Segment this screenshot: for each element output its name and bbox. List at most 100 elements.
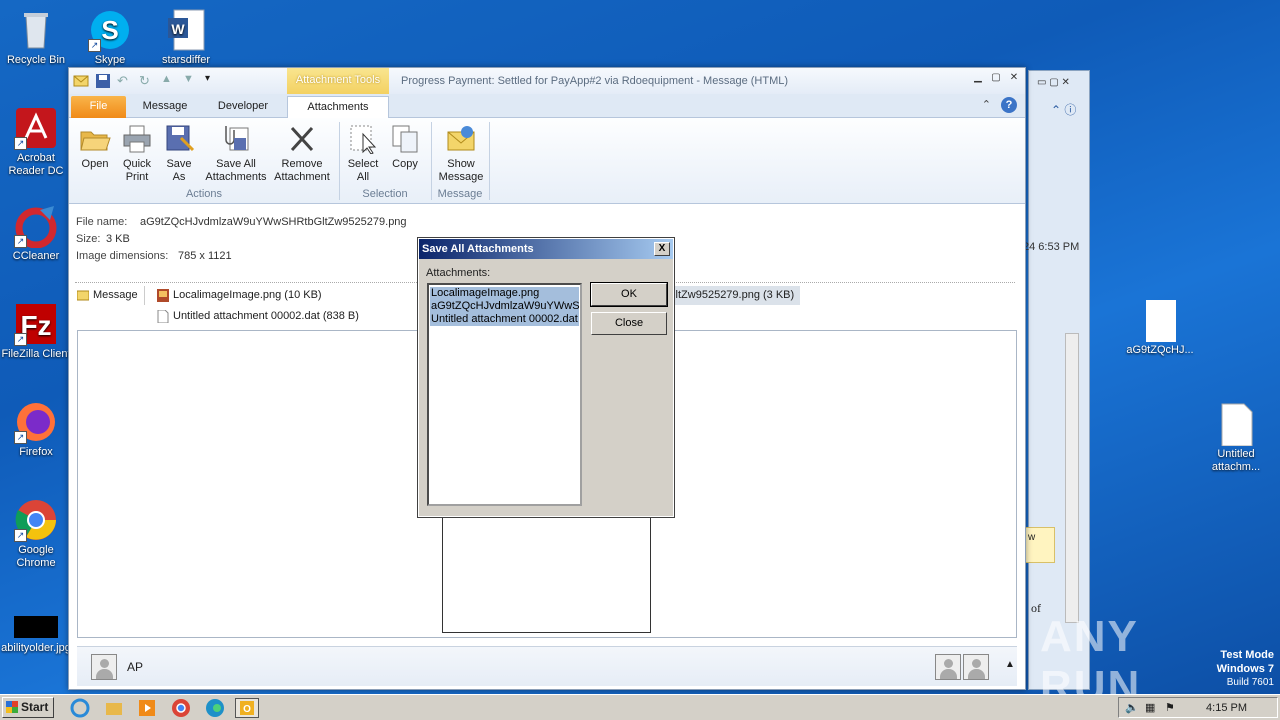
chrome-icon[interactable] xyxy=(171,698,191,718)
dialog-close-icon[interactable]: X xyxy=(654,242,670,256)
save-all-attachments-dialog[interactable]: Save All Attachments X Attachments: Loca… xyxy=(417,237,675,518)
save-all-attachments-icon xyxy=(220,124,252,154)
bg-window-controls[interactable]: ▭ ▢ ✕ xyxy=(1037,77,1070,88)
list-item[interactable]: Untitled attachment 00002.dat xyxy=(430,313,579,326)
file-name-value: aG9tZQcHJvdmlzaW9uYWwSHRtbGltZw9525279.p… xyxy=(140,216,407,228)
desktop-icon-filezilla[interactable]: Fz ↗ FileZilla Client xyxy=(0,302,74,361)
open-label: Open xyxy=(81,158,109,170)
anyrun-watermark: ANY RUN xyxy=(1040,612,1142,711)
avatar[interactable] xyxy=(963,654,989,680)
tab-developer[interactable]: Developer xyxy=(209,96,277,118)
attachment-label: LocalimageImage.png (10 KB) xyxy=(173,289,322,301)
quick-print-label: Quick Print xyxy=(122,158,152,183)
open-button[interactable]: Open xyxy=(75,124,115,171)
window-controls: ▁ ▢ ✕ xyxy=(971,73,1021,85)
attachment-item-selected[interactable]: GltZw9525279.png (3 KB) xyxy=(663,286,801,305)
size-row: Size: 3 KB xyxy=(76,233,130,245)
outlook-taskbar-icon[interactable]: O xyxy=(235,698,259,718)
help-icon[interactable]: ? xyxy=(1001,97,1017,113)
desktop-icon-label: Recycle Bin xyxy=(6,54,66,66)
desktop-icon-starsdiffer[interactable]: W starsdiffer xyxy=(148,8,224,67)
select-all-button[interactable]: Select All xyxy=(343,124,383,184)
avatar[interactable] xyxy=(91,654,117,680)
tab-attachments[interactable]: Attachments xyxy=(287,96,389,118)
watermark-line: Build 7601 xyxy=(1226,677,1274,688)
attachments-listbox[interactable]: LocalimageImage.png aG9tZQcHJvdmlzaW9uYW… xyxy=(427,283,582,506)
remove-attachment-button[interactable]: Remove Attachment xyxy=(271,124,333,184)
desktop-icon-ccleaner[interactable]: ↗ CCleaner xyxy=(0,204,74,263)
copy-icon xyxy=(389,124,421,154)
customize-toolbar-icon[interactable]: ▾ xyxy=(205,73,221,89)
desktop-icon-firefox[interactable]: ↗ Firefox xyxy=(0,400,74,459)
ribbon: Open Quick Print Save As Save All Attach… xyxy=(69,118,1025,204)
desktop-icon-untitled-attachment[interactable]: Untitled attachm... xyxy=(1198,402,1274,474)
next-item-icon[interactable]: ▼ xyxy=(183,73,199,89)
message-attachment-tab[interactable]: Message xyxy=(75,286,145,305)
tab-file[interactable]: File xyxy=(71,96,126,118)
file-icon xyxy=(1214,402,1258,447)
blank-file-icon xyxy=(1138,298,1182,342)
collapse-ribbon-icon[interactable]: ⌃ xyxy=(982,98,991,111)
media-player-icon[interactable] xyxy=(137,698,157,718)
remove-label: Remove Attachment xyxy=(274,158,330,183)
ok-button[interactable]: OK xyxy=(590,282,668,307)
title-bar[interactable]: ↶ ↻ ▲ ▼ ▾ Attachment Tools Progress Paym… xyxy=(69,68,1025,94)
internet-explorer-icon[interactable] xyxy=(70,698,90,718)
select-all-label: Select All xyxy=(347,158,379,183)
desktop-icon-chrome[interactable]: ↗ Google Chrome xyxy=(0,498,74,570)
volume-icon[interactable]: 🔈 xyxy=(1125,701,1139,714)
minimize-icon[interactable]: ▁ xyxy=(971,73,985,85)
undo-icon[interactable]: ↶ xyxy=(117,73,133,89)
quick-access-toolbar: ↶ ↻ ▲ ▼ ▾ xyxy=(73,73,221,89)
desktop-icon-acrobat[interactable]: ↗ Acrobat Reader DC xyxy=(0,106,74,178)
attachment-item[interactable]: LocalimageImage.png (10 KB) xyxy=(155,286,322,305)
shortcut-arrow-icon: ↗ xyxy=(14,235,27,248)
redo-icon[interactable]: ↻ xyxy=(139,73,155,89)
flag-icon[interactable]: ⚑ xyxy=(1165,701,1175,714)
remove-x-icon xyxy=(286,124,318,154)
ribbon-tabs: File Message Developer Attachments ⌃ ? xyxy=(69,94,1025,118)
edge-icon[interactable] xyxy=(205,698,225,718)
help-icon[interactable]: ⌃ ⓘ xyxy=(1051,101,1076,118)
acrobat-icon: ↗ xyxy=(14,106,58,150)
shortcut-arrow-icon: ↗ xyxy=(14,333,27,346)
shortcut-arrow-icon: ↗ xyxy=(14,529,27,542)
close-icon[interactable]: ✕ xyxy=(1007,73,1021,85)
show-message-label: Show Message xyxy=(438,158,484,183)
maximize-icon[interactable]: ▢ xyxy=(989,73,1003,85)
desktop-icon-abilityolder[interactable]: abilityolder.jpg xyxy=(0,612,74,655)
expand-people-icon[interactable]: ▲ xyxy=(1005,659,1015,670)
background-outlook-window[interactable]: ▭ ▢ ✕ ⌃ ⓘ 24 6:53 PM w of xyxy=(1023,70,1090,690)
people-pane: AP ▲ xyxy=(77,646,1017,686)
bg-scrollbar[interactable] xyxy=(1065,333,1079,623)
avatar[interactable] xyxy=(935,654,961,680)
save-all-attachments-button[interactable]: Save All Attachments xyxy=(201,124,271,184)
show-message-button[interactable]: Show Message xyxy=(435,124,487,184)
desktop-icon-recycle-bin[interactable]: Recycle Bin xyxy=(0,8,74,67)
start-button[interactable]: Start xyxy=(2,697,54,718)
bg-date: 24 6:53 PM xyxy=(1023,241,1080,253)
desktop-icon-label: aG9tZQcHJ... xyxy=(1126,344,1194,356)
clock[interactable]: 4:15 PM xyxy=(1206,702,1247,714)
save-icon[interactable] xyxy=(95,73,111,89)
list-item[interactable]: aG9tZQcHJvdmlzaW9uYWwSHR xyxy=(430,300,580,313)
size-value: 3 KB xyxy=(106,233,130,245)
list-item[interactable]: LocalimageImage.png xyxy=(430,287,579,300)
previous-item-icon[interactable]: ▲ xyxy=(161,73,177,89)
desktop-icon-skype[interactable]: S ↗ Skype xyxy=(72,8,148,67)
desktop-icon-label: abilityolder.jpg xyxy=(1,642,71,654)
close-button[interactable]: Close xyxy=(591,312,667,335)
attachments-list-label: Attachments: xyxy=(426,267,491,279)
file-name-label: File name: xyxy=(76,216,128,228)
attachment-item[interactable]: Untitled attachment 00002.dat (838 B) xyxy=(155,307,359,326)
copy-button[interactable]: Copy xyxy=(385,124,425,171)
desktop-icon-png-file[interactable]: aG9tZQcHJ... xyxy=(1122,298,1198,357)
network-icon[interactable]: ▦ xyxy=(1145,701,1155,714)
envelope-icon[interactable] xyxy=(73,73,89,89)
quick-print-button[interactable]: Quick Print xyxy=(117,124,157,184)
explorer-folder-icon[interactable] xyxy=(104,698,124,718)
dialog-title-bar[interactable]: Save All Attachments X xyxy=(419,239,673,259)
tab-message[interactable]: Message xyxy=(135,96,195,118)
dimensions-label: Image dimensions: xyxy=(76,250,169,262)
save-as-button[interactable]: Save As xyxy=(161,124,197,184)
